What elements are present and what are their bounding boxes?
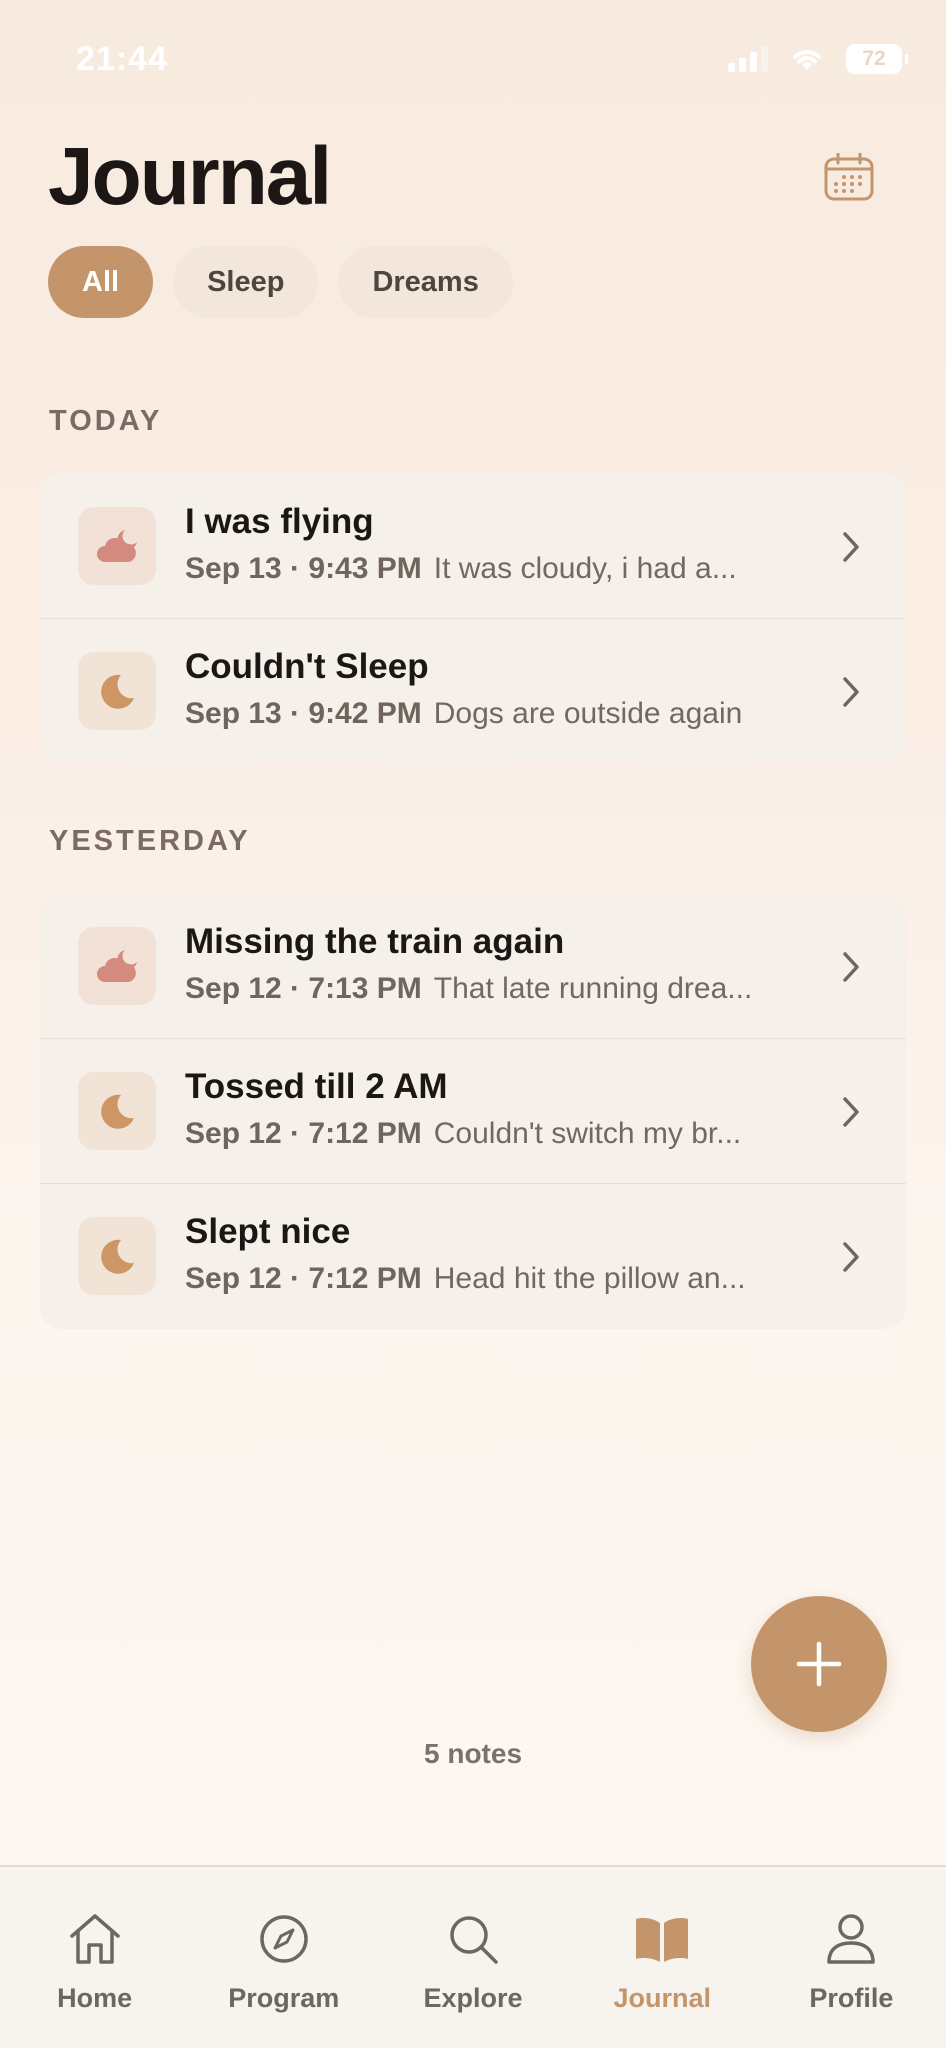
add-note-button[interactable] (751, 1596, 887, 1732)
journal-entry[interactable]: Slept nice Sep 12 · 7:12 PM Head hit the … (40, 1184, 906, 1329)
dream-entry-icon (78, 927, 156, 1005)
person-icon (827, 1914, 876, 1964)
section-label-yesterday: YESTERDAY (49, 825, 251, 857)
notes-count: 5 notes (423, 1738, 523, 1769)
section-label-today: TODAY (49, 405, 163, 437)
sleep-entry-icon (78, 1072, 156, 1150)
page-title: Journal (48, 131, 332, 222)
entry-preview: It was cloudy, i had a... (433, 552, 737, 585)
tab-explore[interactable]: Explore (378, 1867, 567, 2048)
journal-entry[interactable]: Missing the train again Sep 12 · 7:13 PM… (40, 894, 906, 1039)
tab-program[interactable]: Program (189, 1867, 378, 2048)
status-indicators: 72 (728, 44, 908, 74)
search-icon (450, 1916, 498, 1964)
entry-meta: Sep 13 · 9:42 PM Dogs are outside again (185, 697, 742, 731)
entry-meta: Sep 13 · 9:43 PM It was cloudy, i had a..… (185, 552, 737, 586)
tab-label: Journal (613, 1983, 711, 2013)
sleep-entry-icon (78, 1217, 156, 1295)
calendar-icon (824, 153, 874, 201)
calendar-button[interactable] (818, 146, 880, 208)
entry-preview: Couldn't switch my br... (433, 1117, 742, 1150)
entries-card-yesterday: Missing the train again Sep 12 · 7:13 PM… (40, 894, 906, 1329)
entries-card-today: I was flying Sep 13 · 9:43 PM It was clou… (40, 474, 906, 764)
sleep-entry-icon (78, 652, 156, 730)
entry-title: Tossed till 2 AM (185, 1067, 448, 1106)
entry-preview: Head hit the pillow an... (433, 1262, 746, 1295)
compass-icon (260, 1915, 308, 1963)
tab-label: Explore (423, 1983, 523, 2013)
status-bar: 21:44 72 (0, 0, 946, 120)
filter-chips: All Sleep Dreams (48, 246, 513, 318)
entry-preview: That late running drea... (433, 972, 753, 1005)
tab-label: Home (57, 1983, 133, 2013)
tab-label: Program (228, 1983, 340, 2013)
filter-chip-all[interactable]: All (48, 246, 154, 318)
cloud-moon-icon (97, 950, 137, 982)
entry-title: Couldn't Sleep (185, 647, 429, 686)
filter-chip-dreams[interactable]: Dreams (338, 246, 513, 318)
moon-icon (101, 1239, 134, 1274)
entry-title: Slept nice (185, 1212, 351, 1251)
entry-title: I was flying (185, 502, 374, 541)
entry-meta: Sep 12 · 7:12 PM Couldn't switch my br... (185, 1117, 741, 1151)
tab-bar: Home Program Explore Journal Profile (0, 1865, 946, 2048)
wifi-icon (793, 50, 821, 70)
moon-icon (101, 1094, 134, 1129)
tab-label: Profile (809, 1983, 894, 2013)
entry-date: Sep 12 · 7:13 PM (185, 972, 422, 1005)
journal-entry[interactable]: Couldn't Sleep Sep 13 · 9:42 PM Dogs are … (40, 619, 906, 764)
chevron-right-icon (843, 677, 859, 707)
tab-profile[interactable]: Profile (757, 1867, 946, 2048)
cloud-moon-icon (97, 530, 137, 562)
entry-meta: Sep 12 · 7:13 PM That late running drea..… (185, 972, 752, 1006)
chevron-right-icon (843, 532, 859, 562)
journal-entry[interactable]: Tossed till 2 AM Sep 12 · 7:12 PM Couldn'… (40, 1039, 906, 1184)
entry-title: Missing the train again (185, 922, 565, 961)
tab-journal[interactable]: Journal (568, 1867, 757, 2048)
battery-level: 72 (862, 47, 886, 70)
book-icon (636, 1918, 689, 1962)
moon-icon (101, 674, 134, 709)
status-time: 21:44 (76, 40, 168, 78)
entry-date: Sep 13 · 9:42 PM (185, 697, 422, 730)
entry-date: Sep 13 · 9:43 PM (185, 552, 422, 585)
entry-date: Sep 12 · 7:12 PM (185, 1262, 422, 1295)
chevron-right-icon (843, 1097, 859, 1127)
journal-entry[interactable]: I was flying Sep 13 · 9:43 PM It was clou… (40, 474, 906, 619)
home-icon (69, 1914, 120, 1964)
dream-entry-icon (78, 507, 156, 585)
chevron-right-icon (843, 952, 859, 982)
battery-icon: 72 (846, 44, 908, 74)
plus-icon (796, 1641, 842, 1687)
entry-preview: Dogs are outside again (433, 697, 743, 730)
entry-date: Sep 12 · 7:12 PM (185, 1117, 422, 1150)
tab-home[interactable]: Home (0, 1867, 189, 2048)
filter-chip-sleep[interactable]: Sleep (173, 246, 319, 318)
entry-meta: Sep 12 · 7:12 PM Head hit the pillow an..… (185, 1262, 746, 1296)
chevron-right-icon (843, 1242, 859, 1272)
signal-icon (728, 46, 768, 72)
